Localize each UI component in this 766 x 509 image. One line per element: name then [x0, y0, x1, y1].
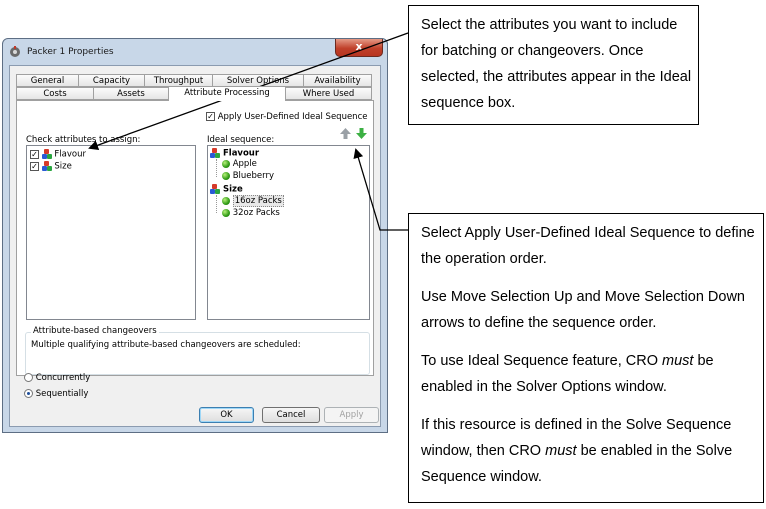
arrow-to-ideal-sequence — [353, 148, 408, 231]
callout-arrows — [88, 32, 409, 231]
tab-attribute-processing[interactable]: Attribute Processing — [168, 86, 286, 101]
